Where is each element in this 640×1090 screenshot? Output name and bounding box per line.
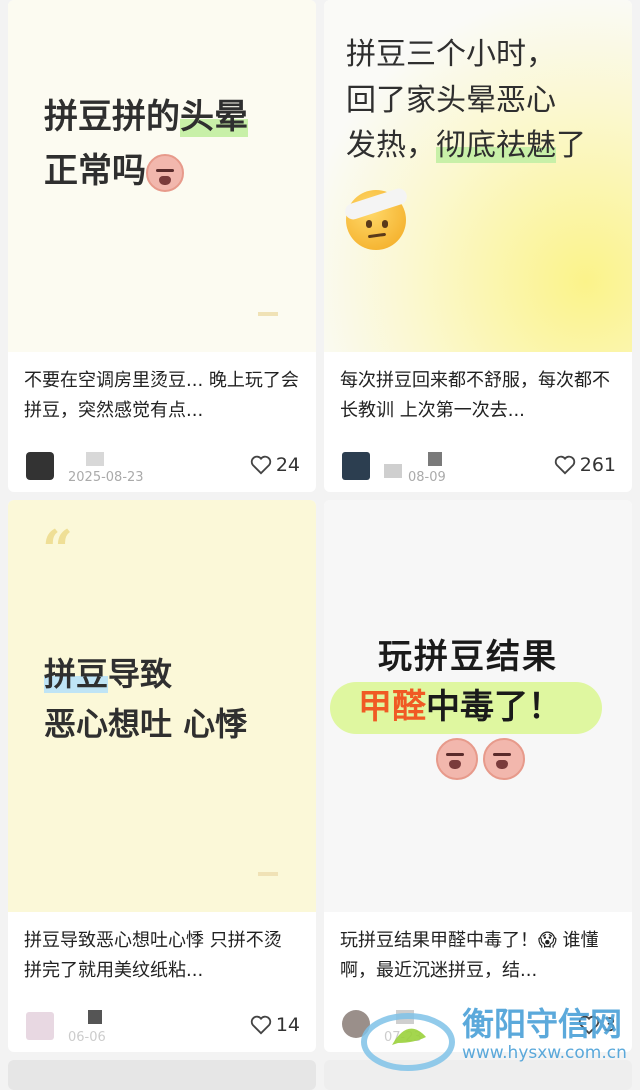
post-meta: 08-09 261: [324, 446, 632, 486]
post-date: 06-06: [68, 1030, 106, 1045]
dizzy-face-emoji-icon: [483, 738, 526, 780]
post-card[interactable]: 玩拼豆结果 甲醛中毒了！ 玩拼豆结果甲醛中毒了！😱 谁懂啊，最近沉迷拼豆，结..…: [324, 500, 632, 1052]
cover-text: 恶心想吐 心悸: [44, 704, 248, 743]
like-count: 24: [275, 454, 300, 476]
username-blurred[interactable]: [428, 452, 442, 466]
cover-text: 中毒了！: [426, 687, 562, 727]
quote-mark: “: [42, 518, 74, 582]
watermark-logo-icon: [361, 1013, 455, 1071]
post-card[interactable]: “ 拼豆导致 恶心想吐 心悸 拼豆导致恶心想吐心悸 只拼不烫 拼完了就用美纹纸粘…: [8, 500, 316, 1052]
heart-icon: [554, 455, 575, 475]
cover-highlight: 彻底祛魅: [436, 128, 556, 164]
like-button[interactable]: 24: [250, 454, 300, 476]
post-card-partial[interactable]: [8, 1060, 316, 1090]
post-caption[interactable]: 每次拼豆回来都不舒服，每次都不长教训 上次第一次去...: [340, 366, 618, 426]
cover-text: 回了家头晕恶心: [346, 82, 556, 118]
avatar[interactable]: [26, 452, 54, 480]
cover-highlight: 头晕: [180, 97, 248, 137]
decorative-dash: [258, 312, 278, 316]
cover-title: 甲醛中毒了！: [358, 680, 562, 734]
username-blurred[interactable]: [384, 464, 402, 478]
heart-icon: [250, 1015, 271, 1035]
post-cover: 拼豆三个小时， 回了家头晕恶心 发热，彻底祛魅了: [324, 0, 632, 352]
cover-title: 拼豆导致 恶心想吐 心悸: [44, 650, 247, 749]
post-cover: 玩拼豆结果 甲醛中毒了！: [324, 500, 632, 912]
post-card[interactable]: 拼豆三个小时， 回了家头晕恶心 发热，彻底祛魅了 每次拼豆回来都不舒服，每次都不…: [324, 0, 632, 492]
cover-text: 拼豆拼的: [44, 97, 180, 137]
like-button[interactable]: 261: [554, 454, 616, 476]
watermark-name: 衡阳守信网: [462, 1005, 623, 1043]
cover-text: 正常吗: [44, 151, 146, 192]
username-blurred[interactable]: [88, 1010, 102, 1024]
like-count: 261: [579, 454, 616, 476]
decorative-dash: [258, 872, 278, 876]
post-meta: 2025-08-23 24: [8, 446, 316, 486]
cover-text: 导致: [108, 655, 173, 693]
avatar[interactable]: [26, 1012, 54, 1040]
post-date: 2025-08-23: [68, 470, 144, 485]
dizzy-face-emoji-icon: [146, 153, 184, 192]
post-date: 08-09: [408, 470, 446, 485]
cover-text: 拼豆三个小时，: [346, 37, 556, 72]
quote-mark: “: [48, 0, 79, 26]
cover-title: 拼豆拼的头晕 正常吗: [44, 90, 248, 199]
cover-text: 发热，: [346, 128, 436, 164]
post-meta: 06-06 14: [8, 1006, 316, 1046]
cover-title: 拼豆三个小时， 回了家头晕恶心 发热，彻底祛魅了: [346, 32, 586, 169]
heart-icon: [250, 455, 271, 475]
watermark-url: www.hysxw.com.cn: [462, 1043, 627, 1063]
cover-highlight: 拼豆: [44, 655, 109, 693]
post-cover: “ 拼豆拼的头晕 正常吗: [8, 0, 316, 352]
like-count: 14: [275, 1014, 300, 1036]
post-caption[interactable]: 玩拼豆结果甲醛中毒了！😱 谁懂啊，最近沉迷拼豆，结...: [340, 926, 618, 986]
cover-title: 玩拼豆结果: [378, 637, 558, 677]
post-card[interactable]: “ 拼豆拼的头晕 正常吗 不要在空调房里烫豆... 晚上玩了会拼豆，突然感觉有点…: [8, 0, 316, 492]
cover-highlight: 甲醛: [358, 687, 426, 727]
like-button[interactable]: 14: [250, 1014, 300, 1036]
post-caption[interactable]: 不要在空调房里烫豆... 晚上玩了会拼豆，突然感觉有点...: [24, 366, 302, 426]
dizzy-face-emoji-icon: [436, 738, 478, 780]
cover-text: 了: [556, 128, 586, 164]
post-caption[interactable]: 拼豆导致恶心想吐心悸 只拼不烫 拼完了就用美纹纸粘...: [24, 926, 302, 986]
username-blurred[interactable]: [86, 452, 104, 466]
post-cover: “ 拼豆导致 恶心想吐 心悸: [8, 500, 316, 912]
avatar[interactable]: [342, 452, 370, 480]
bandaged-face-emoji-icon: [343, 186, 409, 250]
site-watermark: 衡阳守信网 www.hysxw.com.cn: [358, 995, 640, 1079]
emoji-row: [436, 738, 526, 780]
